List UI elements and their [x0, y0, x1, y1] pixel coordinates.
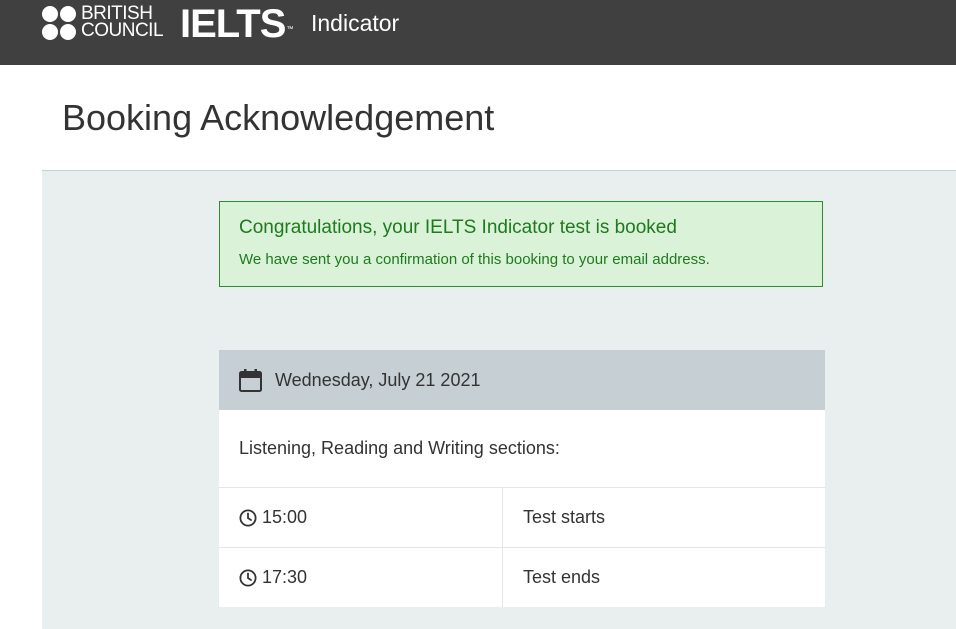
alert-title: Congratulations, your IELTS Indicator te… — [239, 217, 677, 238]
british-council-dots-icon — [42, 6, 76, 40]
end-label: Test ends — [523, 567, 601, 587]
clock-icon — [239, 509, 257, 526]
time-cell: 17:30 — [219, 548, 503, 607]
calendar-icon — [239, 369, 262, 392]
brand-line-2: COUNCIL — [81, 20, 164, 41]
page-title: Booking Acknowledgement — [62, 97, 495, 138]
product-name: Indicator — [311, 10, 400, 36]
clock-icon — [239, 569, 257, 586]
test-sections-label: Listening, Reading and Writing sections: — [219, 410, 825, 488]
start-time: 15:00 — [262, 507, 308, 527]
schedule-row: 17:30 Test ends — [219, 548, 825, 607]
british-council-logo[interactable]: BRITISH COUNCIL — [42, 4, 164, 41]
booking-date-header: Wednesday, July 21 2021 — [219, 350, 825, 410]
confirmation-section: Congratulations, your IELTS Indicator te… — [42, 170, 956, 321]
start-label: Test starts — [523, 507, 606, 527]
top-navigation-bar: BRITISH COUNCIL IELTS™ Indicator — [0, 0, 956, 65]
ielts-wordmark: IELTS — [180, 2, 286, 46]
time-cell: 15:00 — [219, 488, 503, 547]
success-alert: Congratulations, your IELTS Indicator te… — [219, 201, 823, 287]
alert-message: We have sent you a confirmation of this … — [239, 251, 710, 268]
end-time: 17:30 — [262, 567, 308, 587]
booking-date: Wednesday, July 21 2021 — [275, 369, 481, 390]
booking-card: Wednesday, July 21 2021 Listening, Readi… — [219, 350, 825, 607]
schedule-row: 15:00 Test starts — [219, 488, 825, 548]
ielts-logo[interactable]: IELTS™ — [180, 2, 293, 46]
booking-details-section: Wednesday, July 21 2021 Listening, Readi… — [42, 320, 956, 629]
british-council-wordmark: BRITISH COUNCIL — [81, 4, 164, 41]
trademark-symbol: ™ — [286, 26, 293, 33]
